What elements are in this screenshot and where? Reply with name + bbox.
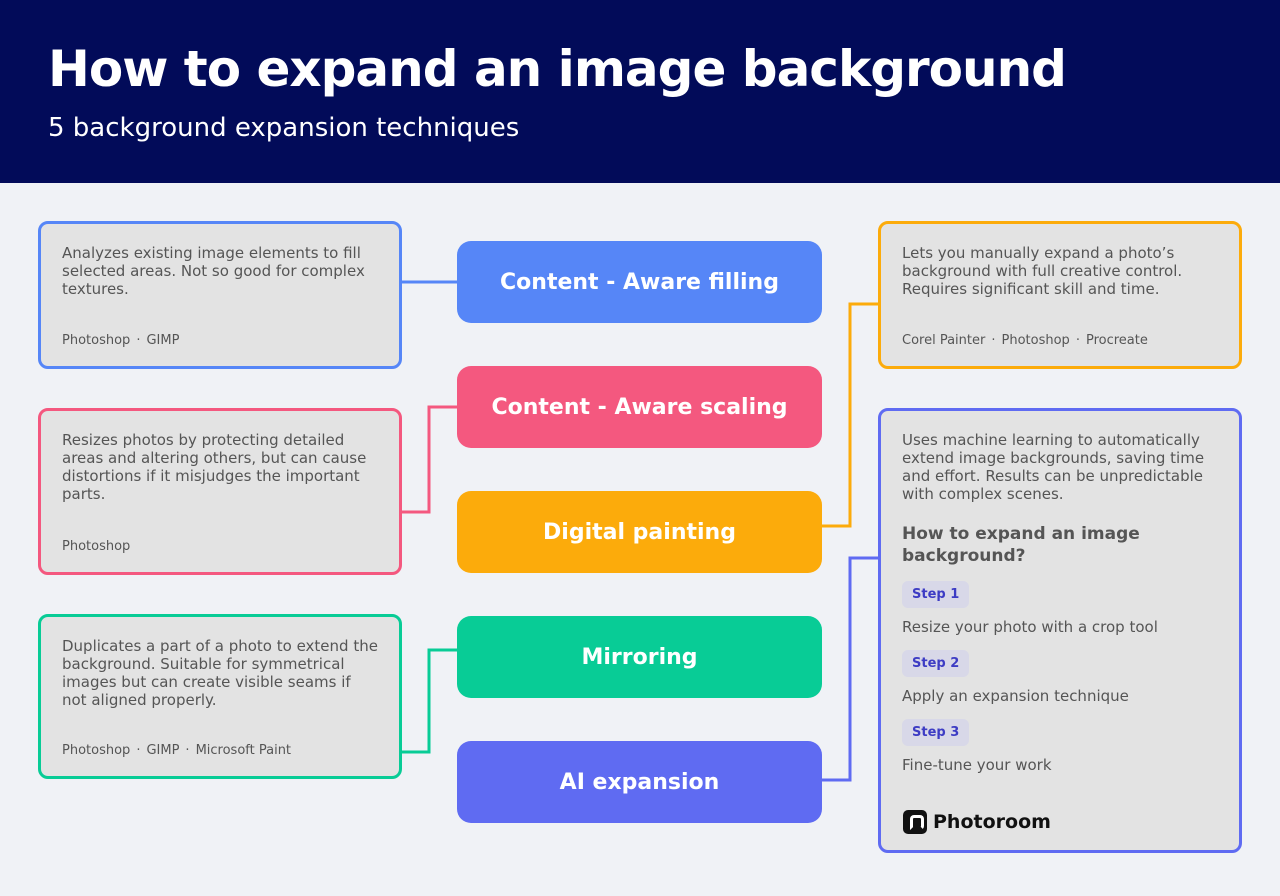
tool-separator: · [136,743,141,758]
step-text: Resize your photo with a crop tool [902,618,1158,636]
tool-label: Photoshop [62,333,131,348]
description-text: Lets you manually expand a photo’s backg… [902,244,1183,298]
tool-label: Photoshop [1001,333,1070,348]
pill-label: Digital painting [543,519,736,545]
step-text: Apply an expansion technique [902,687,1129,705]
tools-list: Photoshop · GIMP [62,333,179,348]
connector-digital-painting [822,302,879,528]
step-badge: Step 3 [902,719,970,746]
brand-logo: Photoroom [903,810,1051,834]
card-content-aware-filling: Analyzes existing image elements to fill… [38,221,402,369]
step-text: Fine-tune your work [902,756,1052,774]
brand-name: Photoroom [933,811,1051,833]
steps-title: How to expand an image background? [902,524,1140,566]
card-digital-painting: Lets you manually expand a photo’s backg… [878,221,1242,369]
tool-separator: · [1075,333,1080,348]
description-text: Resizes photos by protecting detailed ar… [62,431,367,503]
step-item: Step 1 Resize your photo with a crop too… [902,567,1218,636]
pill-label: AI expansion [559,769,720,795]
card-content-aware-scaling: Resizes photos by protecting detailed ar… [38,408,402,575]
tool-label: Photoshop [62,743,131,758]
tools-list: Photoshop [62,539,130,554]
photoroom-logo-icon [903,810,927,834]
description-text: Analyzes existing image elements to fill… [62,244,365,298]
pill-content-aware-filling: Content - Aware filling [457,241,822,323]
tool-label: Photoshop [62,539,131,554]
tool-separator: · [185,743,190,758]
tool-label: GIMP [146,333,180,348]
connector-content-aware-scaling [401,405,457,514]
pill-label: Content - Aware filling [500,269,779,295]
card-mirroring: Duplicates a part of a photo to extend t… [38,614,402,779]
step-item: Step 3 Fine-tune your work [902,705,1218,774]
connector-mirroring [401,648,457,754]
step-badge: Step 2 [902,650,970,677]
tool-separator: · [991,333,996,348]
tool-label: Microsoft Paint [195,743,292,758]
tools-list: Corel Painter · Photoshop · Procreate [902,333,1148,348]
pill-ai-expansion: AI expansion [457,741,822,823]
description-text: Uses machine learning to automatically e… [902,431,1205,503]
pill-digital-painting: Digital painting [457,491,822,573]
pill-content-aware-scaling: Content - Aware scaling [457,366,822,448]
step-item: Step 2 Apply an expansion technique [902,636,1218,705]
tools-list: Photoshop · GIMP · Microsoft Paint [62,743,291,758]
pill-label: Content - Aware scaling [491,394,788,420]
pill-label: Mirroring [581,644,698,670]
step-badge: Step 1 [902,581,970,608]
connector-ai-expansion [822,556,879,782]
tool-separator: · [136,333,141,348]
card-ai-expansion: Uses machine learning to automatically e… [878,408,1242,853]
tool-label: Procreate [1085,333,1148,348]
tool-label: GIMP [146,743,180,758]
description-text: Duplicates a part of a photo to extend t… [62,637,378,709]
tool-label: Corel Painter [902,333,986,348]
pill-mirroring: Mirroring [457,616,822,698]
